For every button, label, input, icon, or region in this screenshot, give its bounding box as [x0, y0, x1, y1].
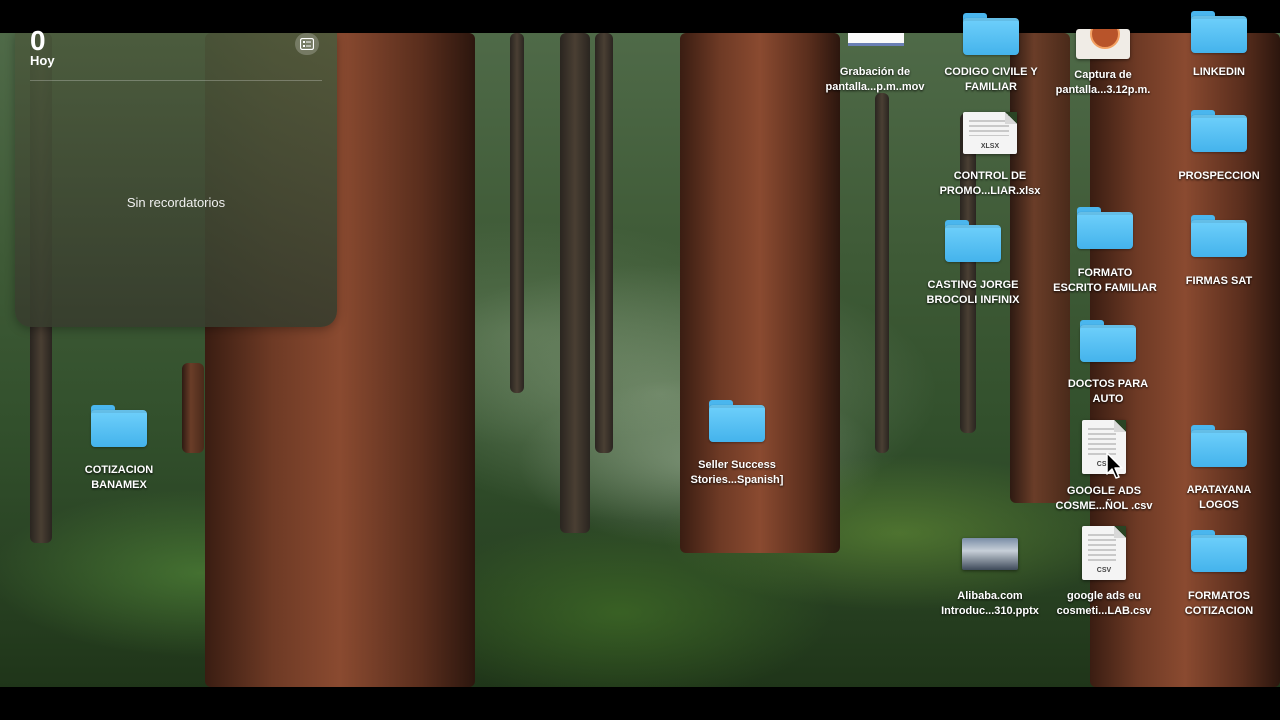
tree-trunk: [595, 33, 613, 453]
widget-divider: [30, 80, 322, 81]
pptx-thumbnail-icon: [962, 538, 1018, 570]
desktop-item-label: Captura de pantalla...3.12p.m.: [1055, 69, 1151, 96]
letterbox-bottom: [0, 687, 1280, 720]
widget-heading: Hoy: [30, 53, 55, 68]
folder-icon: [709, 400, 765, 442]
tree-trunk: [875, 93, 889, 453]
desktop-item-label: CODIGO CIVILE Y FAMILIAR: [944, 66, 1038, 93]
desktop-item-label: FIRMAS SAT: [1185, 275, 1253, 287]
desktop-item-label: Alibaba.com Introduc...310.pptx: [941, 590, 1039, 617]
folder-icon: [1080, 320, 1136, 362]
desktop-item-label: Grabación de pantalla...p.m..mov: [825, 66, 925, 93]
desktop-item-label: APATAYANA LOGOS: [1186, 484, 1252, 511]
desktop-item-label: GOOGLE ADS COSME...ÑOL .csv: [1055, 485, 1153, 512]
desktop-item-label: FORMATOS COTIZACION: [1184, 590, 1254, 617]
tree-stump: [182, 363, 204, 453]
list-icon[interactable]: [295, 33, 319, 55]
movie-thumbnail-icon: [848, 33, 904, 46]
desktop-item-label: CASTING JORGE BROCOLI INFINIX: [926, 279, 1020, 306]
desktop-item-label: PROSPECCION: [1178, 170, 1260, 182]
xlsx-file-icon: XLSX: [963, 112, 1017, 154]
folder-icon: [1191, 530, 1247, 572]
folder-icon: [91, 405, 147, 447]
folder-icon: [945, 220, 1001, 262]
desktop-item-label: CONTROL DE PROMO...LIAR.xlsx: [939, 170, 1041, 197]
folder-icon: [1077, 207, 1133, 249]
desktop-item-label: google ads eu cosmeti...LAB.csv: [1056, 590, 1152, 617]
screenshot-thumbnail-icon: [1076, 29, 1130, 59]
folder-icon: [1191, 425, 1247, 467]
folder-icon: [1191, 110, 1247, 152]
desktop-item-label: DOCTOS PARA AUTO: [1067, 378, 1149, 405]
desktop-item-label: FORMATO ESCRITO FAMILIAR: [1053, 267, 1157, 294]
folder-icon: [1191, 11, 1247, 53]
empty-state-text: Sin recordatorios: [126, 195, 226, 210]
folder-icon: [963, 13, 1019, 55]
folder-icon: [1191, 215, 1247, 257]
csv-file-icon: CSV: [1082, 526, 1126, 580]
desktop-item-label: LINKEDIN: [1193, 66, 1245, 78]
desktop-item-label: Seller Success Stories...Spanish]: [690, 459, 784, 486]
tree-trunk: [560, 33, 590, 533]
reminders-widget[interactable]: 0 Hoy Sin recordatorios: [15, 25, 337, 327]
desktop-item-label: COTIZACION BANAMEX: [84, 464, 154, 491]
tree-trunk: [510, 33, 524, 393]
tree-trunk: [960, 113, 976, 433]
